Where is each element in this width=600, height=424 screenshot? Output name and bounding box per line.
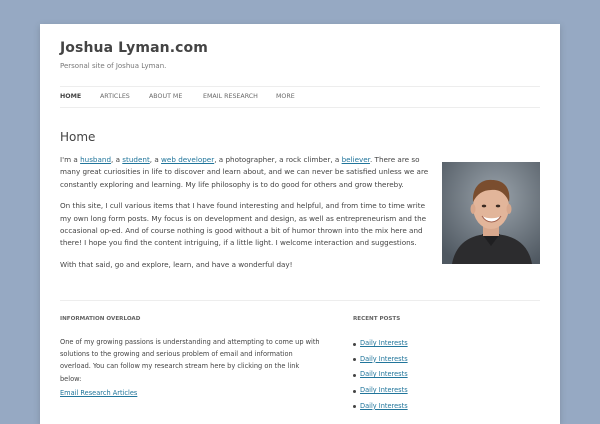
intro-text-4: , a photographer, a rock climber, a bbox=[214, 155, 342, 164]
recent-post-link[interactable]: Daily Interests bbox=[360, 402, 408, 410]
page-title: Home bbox=[60, 130, 96, 144]
site-purpose-paragraph: On this site, I cull various items that … bbox=[60, 201, 427, 248]
believer-link[interactable]: believer bbox=[342, 155, 370, 164]
main-navigation: HOME ARTICLES ABOUT ME EMAIL RESEARCH MO… bbox=[60, 86, 540, 108]
student-link[interactable]: student bbox=[122, 155, 149, 164]
portrait-image bbox=[442, 162, 540, 264]
site-title[interactable]: Joshua Lyman.com bbox=[60, 40, 208, 56]
profile-photo bbox=[442, 162, 540, 264]
content-divider bbox=[60, 300, 540, 301]
widget-title-recent-posts: RECENT POSTS bbox=[353, 316, 401, 322]
recent-post-link[interactable]: Daily Interests bbox=[360, 386, 408, 394]
closing-paragraph: With that said, go and explore, learn, a… bbox=[60, 259, 293, 269]
recent-posts-list: Daily Interests Daily Interests Daily In… bbox=[353, 336, 408, 415]
nav-item-more[interactable]: MORE bbox=[276, 93, 295, 100]
nav-item-home[interactable]: HOME bbox=[60, 93, 81, 100]
site-description: Personal site of Joshua Lyman. bbox=[60, 62, 167, 70]
intro-text-1: I'm a bbox=[60, 155, 81, 164]
entry-content: I'm a husband, a student, a web develope… bbox=[60, 154, 432, 280]
nav-item-email-research[interactable]: EMAIL RESEARCH bbox=[203, 93, 258, 100]
recent-post-link[interactable]: Daily Interests bbox=[360, 370, 408, 378]
nav-item-about-me[interactable]: ABOUT ME bbox=[149, 93, 182, 100]
widget-text: One of my growing passions is understand… bbox=[60, 338, 320, 383]
intro-text-2: , a bbox=[111, 155, 123, 164]
list-item: Daily Interests bbox=[353, 383, 408, 399]
list-item: Daily Interests bbox=[353, 352, 408, 368]
intro-paragraph: I'm a husband, a student, a web develope… bbox=[60, 154, 432, 191]
recent-post-link[interactable]: Daily Interests bbox=[360, 339, 408, 347]
nav-item-articles[interactable]: ARTICLES bbox=[100, 93, 130, 100]
widget-title-information-overload: INFORMATION OVERLOAD bbox=[60, 316, 141, 322]
recent-post-link[interactable]: Daily Interests bbox=[360, 355, 408, 363]
email-research-articles-link[interactable]: Email Research Articles bbox=[60, 389, 137, 397]
web-developer-link[interactable]: web developer bbox=[161, 155, 214, 164]
page-container: Joshua Lyman.com Personal site of Joshua… bbox=[40, 24, 560, 424]
information-overload-widget: One of my growing passions is understand… bbox=[60, 336, 322, 399]
intro-text-3: , a bbox=[149, 155, 162, 164]
list-item: Daily Interests bbox=[353, 367, 408, 383]
husband-link[interactable]: husband bbox=[80, 155, 111, 164]
list-item: Daily Interests bbox=[353, 336, 408, 352]
list-item: Daily Interests bbox=[353, 399, 408, 415]
